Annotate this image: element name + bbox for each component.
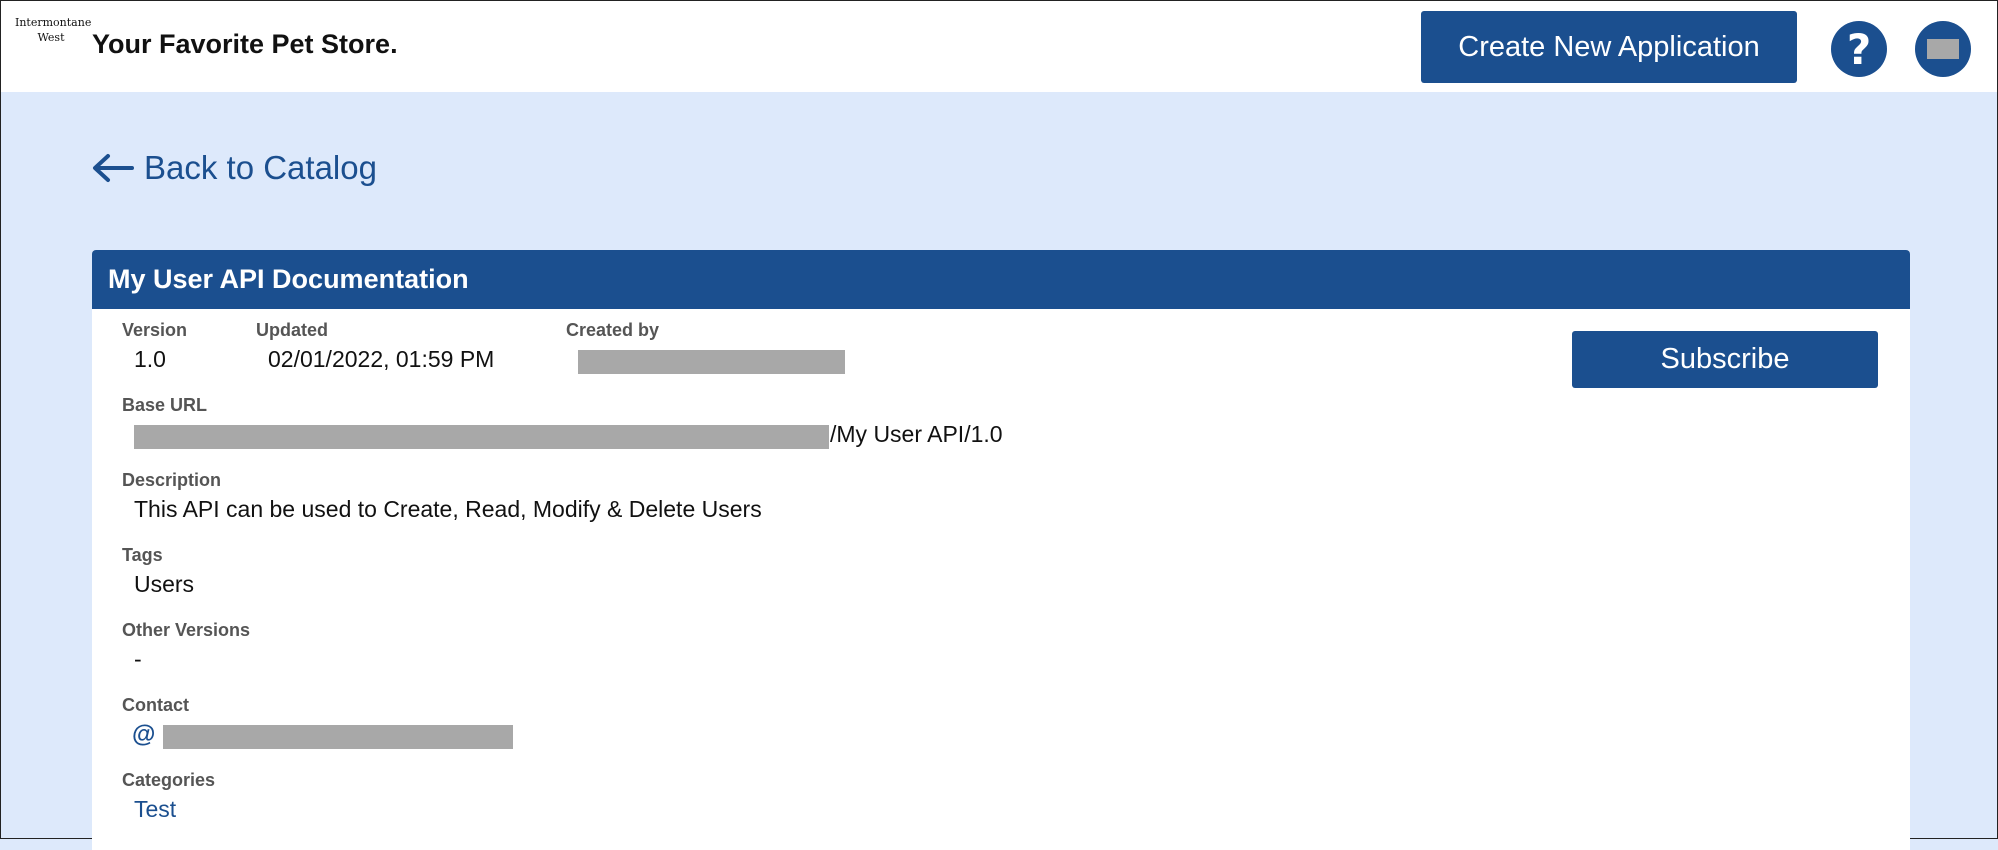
user-avatar-button[interactable] bbox=[1915, 21, 1971, 77]
base-url-redaction bbox=[134, 425, 829, 449]
back-to-catalog-link[interactable]: Back to Catalog bbox=[92, 149, 377, 187]
avatar-redaction bbox=[1927, 39, 1959, 59]
api-details-card: My User API Documentation Version 1.0 Up… bbox=[92, 250, 1910, 850]
other-versions-label: Other Versions bbox=[122, 620, 251, 640]
tags-label: Tags bbox=[122, 545, 163, 565]
updated-label: Updated bbox=[256, 320, 328, 340]
description-label: Description bbox=[122, 470, 222, 490]
help-icon[interactable]: ? bbox=[1831, 21, 1887, 77]
updated-value: 02/01/2022, 01:59 PM bbox=[268, 346, 495, 372]
other-versions-value: - bbox=[134, 646, 142, 672]
version-label: Version bbox=[122, 320, 188, 340]
version-value: 1.0 bbox=[134, 346, 166, 372]
back-link-label: Back to Catalog bbox=[144, 149, 377, 186]
at-icon: @ bbox=[132, 721, 156, 748]
store-title: Your Favorite Pet Store. bbox=[92, 29, 398, 59]
category-link-test[interactable]: Test bbox=[134, 796, 176, 823]
base-url-suffix: /My User API/1.0 bbox=[830, 421, 1003, 447]
arrow-left-icon bbox=[93, 154, 134, 182]
top-bar: Intermontane West Your Favorite Pet Stor… bbox=[1, 1, 1997, 92]
contact-label: Contact bbox=[122, 695, 189, 715]
base-url-label: Base URL bbox=[122, 395, 208, 415]
api-title: My User API Documentation bbox=[92, 250, 1910, 309]
contact-redaction[interactable] bbox=[163, 725, 513, 749]
subscribe-button[interactable]: Subscribe bbox=[1572, 331, 1878, 388]
created-by-label: Created by bbox=[566, 320, 660, 340]
logo[interactable]: Intermontane West bbox=[15, 15, 92, 45]
categories-label: Categories bbox=[122, 770, 216, 790]
description-value: This API can be used to Create, Read, Mo… bbox=[134, 496, 762, 522]
logo-line-1: Intermontane bbox=[15, 16, 92, 29]
create-new-application-button[interactable]: Create New Application bbox=[1421, 11, 1797, 83]
created-by-redaction bbox=[578, 350, 845, 374]
tag-users: Users bbox=[134, 571, 195, 597]
logo-line-2: West bbox=[37, 31, 65, 44]
